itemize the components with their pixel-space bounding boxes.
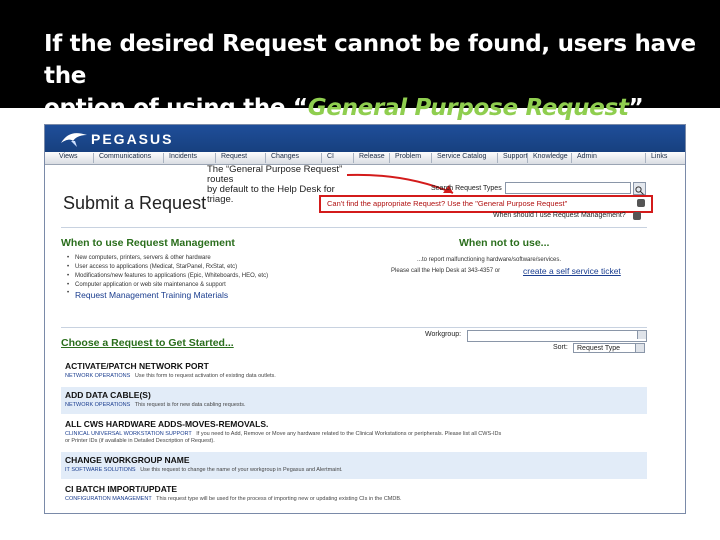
request-row[interactable]: ACTIVATE/PATCH NETWORK PORT NETWORK OPER… xyxy=(61,358,647,385)
request-row[interactable]: CI BATCH IMPORT/UPDATE CONFIGURATION MAN… xyxy=(61,481,647,508)
request-desc: CONFIGURATION MANAGEMENT This request ty… xyxy=(65,496,402,502)
sort-label: Sort: xyxy=(553,344,568,351)
request-desc: NETWORK OPERATIONS This request is for n… xyxy=(65,402,246,408)
self-service-ticket-link[interactable]: create a self service ticket xyxy=(523,266,621,276)
nav-divider xyxy=(527,153,528,163)
nav-divider xyxy=(431,153,432,163)
when-not-text: Please call the Help Desk at 343-4357 or xyxy=(391,268,501,274)
search-input[interactable] xyxy=(505,182,631,194)
nav-divider xyxy=(321,153,322,163)
nav-divider xyxy=(645,153,646,163)
nav-divider xyxy=(389,153,390,163)
request-title[interactable]: ALL CWS HARDWARE ADDS-MOVES-REMOVALS. xyxy=(65,419,268,429)
nav-divider xyxy=(353,153,354,163)
chevron-down-icon xyxy=(635,344,644,352)
divider xyxy=(61,327,647,328)
nav-tab-views[interactable]: Views xyxy=(59,153,78,160)
when-not-text: ...to report malfunctioning hardware/sof… xyxy=(417,257,562,263)
nav-bar: Views Communications Incidents Request Chang… xyxy=(45,152,685,165)
request-row[interactable]: ADD DATA CABLE(S) NETWORK OPERATIONS Thi… xyxy=(61,387,647,414)
slide-title-emphasis: General Purpose Request xyxy=(307,95,629,121)
nav-tab-admin[interactable]: Admin xyxy=(577,153,597,160)
go-arrow-icon[interactable] xyxy=(637,199,645,207)
nav-divider xyxy=(571,153,572,163)
nav-divider xyxy=(265,153,266,163)
request-desc: NETWORK OPERATIONS Use this form to requ… xyxy=(65,373,276,379)
request-desc-cont: or Printer IDs (if available in Detailed… xyxy=(65,438,215,444)
nav-divider xyxy=(163,153,164,163)
chevron-down-icon xyxy=(637,331,646,339)
expand-icon[interactable] xyxy=(633,212,641,220)
list-item: User access to applications (Medicat, St… xyxy=(67,264,237,270)
nav-tab-ci[interactable]: CI xyxy=(327,153,334,160)
app-name: PEGASUS xyxy=(91,131,174,147)
general-purpose-request-label: Can't find the appropriate Request? Use … xyxy=(327,199,568,208)
when-question-link[interactable]: When should I use Request Management? xyxy=(493,212,626,219)
nav-tab-links[interactable]: Links xyxy=(651,153,667,160)
nav-divider xyxy=(215,153,216,163)
request-title[interactable]: ACTIVATE/PATCH NETWORK PORT xyxy=(65,361,209,371)
nav-tab-incidents[interactable]: Incidents xyxy=(169,153,197,160)
request-row[interactable]: CHANGE WORKGROUP NAME IT SOFTWARE SOLUTI… xyxy=(61,452,647,479)
nav-tab-knowledge[interactable]: Knowledge xyxy=(533,153,568,160)
request-title[interactable]: ADD DATA CABLE(S) xyxy=(65,390,151,400)
choose-request-heading: Choose a Request to Get Started... xyxy=(61,337,234,349)
nav-tab-communications[interactable]: Communications xyxy=(99,153,151,160)
pegasus-logo-icon xyxy=(61,133,87,147)
slide-title-bar: If the desired Request cannot be found, … xyxy=(0,0,720,153)
nav-tab-support[interactable]: Support xyxy=(503,153,528,160)
workgroup-label: Workgroup: xyxy=(425,331,462,338)
search-label: Search Request Types xyxy=(431,185,502,192)
when-not-heading: When not to use... xyxy=(459,237,550,249)
list-item: Computer application or web site mainten… xyxy=(67,282,226,288)
workgroup-select[interactable] xyxy=(467,330,647,342)
request-row[interactable]: ALL CWS HARDWARE ADDS-MOVES-REMOVALS. CL… xyxy=(61,416,647,450)
search-button[interactable] xyxy=(633,182,646,195)
nav-divider xyxy=(497,153,498,163)
list-item: New computers, printers, servers & other… xyxy=(67,255,211,261)
training-materials-link[interactable]: Request Management Training Materials xyxy=(67,290,228,300)
sort-select[interactable]: Request Type xyxy=(573,343,645,353)
list-item: Modifications/new features to applicatio… xyxy=(67,273,268,279)
nav-tab-problem[interactable]: Problem xyxy=(395,153,421,160)
nav-tab-request[interactable]: Request xyxy=(221,153,247,160)
request-title[interactable]: CHANGE WORKGROUP NAME xyxy=(65,455,190,465)
divider xyxy=(61,227,647,228)
nav-tab-service-catalog[interactable]: Service Catalog xyxy=(437,153,486,160)
nav-tab-changes[interactable]: Changes xyxy=(271,153,299,160)
nav-divider xyxy=(93,153,94,163)
request-desc: IT SOFTWARE SOLUTIONS Use this request t… xyxy=(65,467,343,473)
general-purpose-request-link[interactable]: Can't find the appropriate Request? Use … xyxy=(319,195,653,213)
request-desc: CLINICAL UNIVERSAL WORKSTATION SUPPORT I… xyxy=(65,431,502,437)
request-title[interactable]: CI BATCH IMPORT/UPDATE xyxy=(65,484,177,494)
when-use-heading: When to use Request Management xyxy=(61,237,235,249)
app-header: PEGASUS xyxy=(45,125,685,152)
nav-tab-release[interactable]: Release xyxy=(359,153,385,160)
app-screenshot: PEGASUS Views Communications Incidents Requ… xyxy=(44,124,686,514)
page-title: Submit a Request xyxy=(63,193,207,213)
